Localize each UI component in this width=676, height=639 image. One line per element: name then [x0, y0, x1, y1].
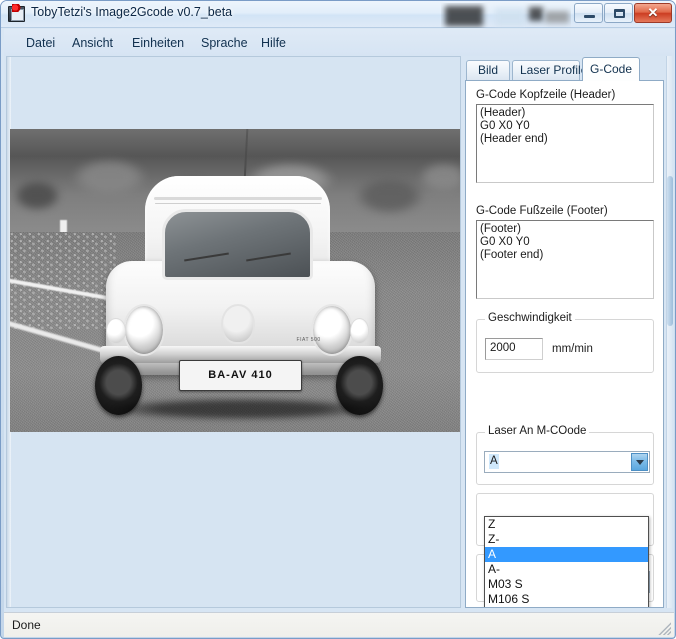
- speed-unit-label: mm/min: [552, 343, 593, 355]
- status-text: Done: [12, 618, 41, 632]
- tab-bild[interactable]: Bild: [466, 60, 510, 80]
- aero-glass-blur-region: [441, 3, 571, 28]
- car-headlight-left: [123, 304, 165, 356]
- dropdown-option-m106s[interactable]: M106 S: [485, 592, 648, 607]
- speed-input[interactable]: 2000: [485, 338, 543, 360]
- menu-item-ansicht[interactable]: Ansicht: [67, 34, 118, 52]
- dropdown-option-z-neg[interactable]: Z-: [485, 532, 648, 547]
- footer-textarea[interactable]: (Footer) G0 X0 Y0 (Footer end): [476, 220, 654, 299]
- maximize-icon: [614, 9, 625, 18]
- menu-item-datei[interactable]: Datei: [21, 34, 60, 52]
- app-icon: [8, 6, 25, 22]
- car-emblem: [221, 304, 255, 344]
- maximize-button[interactable]: [604, 3, 633, 23]
- settings-panel-scrollbar[interactable]: [666, 56, 672, 608]
- footer-section-label: G-Code Fußzeile (Footer): [476, 205, 608, 217]
- scrollbar-thumb[interactable]: [667, 176, 673, 326]
- car-shadow: [109, 398, 372, 419]
- minimize-icon: [584, 15, 595, 18]
- laser-mcode-selected-value: A: [489, 454, 499, 469]
- photo-car: BA-AV 410 FIAT 500: [100, 171, 380, 407]
- header-section-label: G-Code Kopfzeile (Header): [476, 89, 615, 101]
- application-window: TobyTetzi's Image2Gcode v0.7_beta ✕ Date…: [0, 0, 676, 639]
- menu-item-hilfe[interactable]: Hilfe: [256, 34, 291, 52]
- dropdown-option-m103s[interactable]: M103 S: [485, 607, 648, 608]
- dropdown-option-a-neg[interactable]: A-: [485, 562, 648, 577]
- car-sidelight-left: [106, 318, 126, 344]
- minimize-button[interactable]: [574, 3, 603, 23]
- car-windshield: [162, 209, 313, 280]
- menu-item-einheiten[interactable]: Einheiten: [127, 34, 189, 52]
- menu-bar: Datei Ansicht Einheiten Sprache Hilfe: [4, 29, 674, 56]
- laser-mcode-group-label: Laser An M-COode: [485, 425, 589, 437]
- preview-image: BA-AV 410 FIAT 500: [10, 129, 461, 432]
- car-side-badge: FIAT 500: [297, 337, 321, 343]
- dropdown-option-z[interactable]: Z: [485, 517, 648, 532]
- close-icon: ✕: [635, 4, 671, 22]
- client-area: BA-AV 410 FIAT 500 Bild Laser Profile G-…: [4, 56, 674, 612]
- car-license-plate: BA-AV 410: [179, 360, 302, 391]
- tab-laser-profile[interactable]: Laser Profile: [512, 60, 580, 80]
- window-title: TobyTetzi's Image2Gcode v0.7_beta: [31, 5, 232, 19]
- close-button[interactable]: ✕: [634, 3, 672, 23]
- speed-group-label: Geschwindigkeit: [485, 312, 575, 324]
- tab-page-gcode: G-Code Kopfzeile (Header) (Header) G0 X0…: [465, 80, 664, 608]
- resize-grip-icon[interactable]: [657, 621, 671, 635]
- tab-gcode[interactable]: G-Code: [582, 57, 640, 81]
- menu-item-sprache[interactable]: Sprache: [196, 34, 253, 52]
- laser-mcode-combobox[interactable]: A: [484, 451, 650, 473]
- header-textarea[interactable]: (Header) G0 X0 Y0 (Header end): [476, 104, 654, 183]
- car-headlight-right: [311, 304, 353, 356]
- status-bar: Done: [4, 612, 674, 637]
- laser-mcode-dropdown-list[interactable]: Z Z- A A- M03 S M106 S M103 S: [484, 516, 649, 608]
- settings-panel: Bild Laser Profile G-Code G-Code Kopfzei…: [461, 56, 672, 608]
- title-bar: TobyTetzi's Image2Gcode v0.7_beta ✕: [1, 1, 676, 28]
- car-roof-rack: [154, 197, 322, 200]
- image-preview-panel[interactable]: BA-AV 410 FIAT 500: [6, 56, 461, 608]
- dropdown-option-a[interactable]: A: [485, 547, 648, 562]
- chevron-down-icon[interactable]: [631, 453, 648, 471]
- dropdown-option-m03s[interactable]: M03 S: [485, 577, 648, 592]
